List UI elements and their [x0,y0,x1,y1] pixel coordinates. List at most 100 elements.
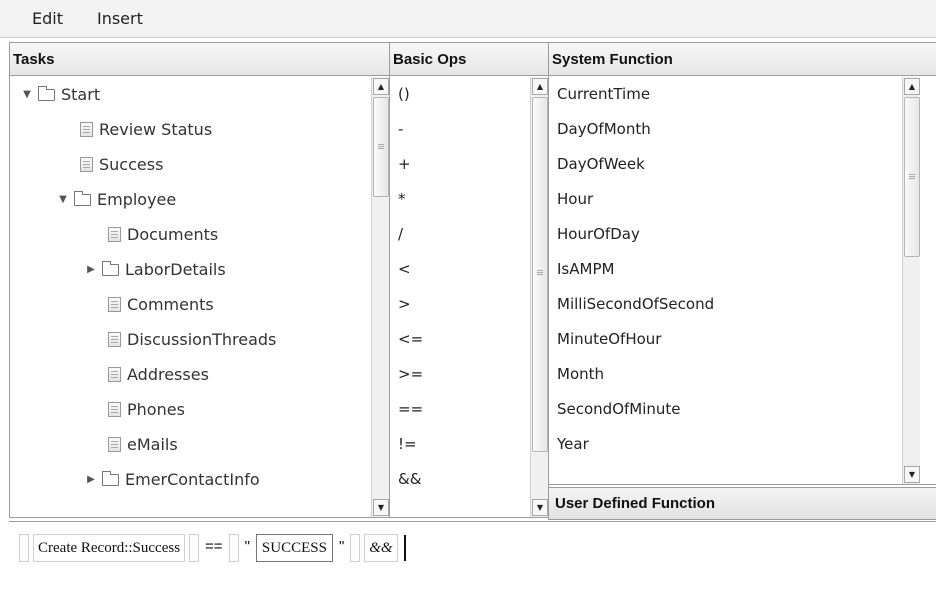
scroll-down-arrow-icon[interactable]: ▼ [532,499,548,516]
scroll-down-arrow-icon[interactable]: ▼ [904,466,920,483]
triangle-right-icon[interactable]: ▶ [84,462,98,497]
system-function-panel: System Function CurrentTime DayOfMonth D… [548,42,936,485]
expression-row: Create Record::Success == " SUCCESS " && [19,534,406,562]
op-item[interactable]: + [398,147,411,182]
tree-item-phones[interactable]: Phones [104,392,185,427]
function-item[interactable]: DayOfWeek [557,147,645,182]
tree-item-label: Success [99,155,164,174]
tree-item-addresses[interactable]: Addresses [104,357,209,392]
document-icon [108,367,121,382]
function-item[interactable]: CurrentTime [557,77,650,112]
document-icon [80,122,93,137]
system-function-list: CurrentTime DayOfMonth DayOfWeek Hour Ho… [549,77,936,484]
folder-icon [102,260,119,276]
folder-open-icon [38,85,55,101]
scroll-up-arrow-icon[interactable]: ▲ [532,78,548,95]
token-separator[interactable] [350,534,361,562]
tree-item-label: Phones [127,400,185,419]
function-item[interactable]: SecondOfMinute [557,392,681,427]
tree-item-label: Documents [127,225,219,244]
token-separator[interactable] [19,534,29,562]
basic-ops-header: Basic Ops [390,43,548,76]
scroll-thumb[interactable] [532,97,548,452]
expression-editor[interactable]: Create Record::Success == " SUCCESS " && [9,521,936,598]
document-icon [108,297,121,312]
scroll-up-arrow-icon[interactable]: ▲ [904,78,920,95]
quote-close: " [338,538,345,555]
tree-item-success[interactable]: Success [76,147,163,182]
field-token[interactable]: Create Record::Success [33,534,186,562]
menu-bar: Edit Insert [0,0,936,38]
folder-icon [102,470,119,486]
quote-open: " [244,538,250,555]
op-item[interactable]: != [398,427,417,462]
document-icon [108,402,121,417]
tree-item-label: Review Status [99,120,213,139]
operator-token[interactable]: == [203,534,225,562]
function-item[interactable]: MilliSecondOfSecond [557,287,714,322]
user-defined-function-header[interactable]: User Defined Function [548,487,936,520]
tree-item-label: Comments [127,295,214,314]
op-item[interactable]: >= [398,357,423,392]
folder-open-icon [74,190,91,206]
triangle-down-icon[interactable]: ▼ [56,182,70,217]
basic-ops-scrollbar[interactable]: ▲ ▼ [530,77,548,517]
op-item[interactable]: / [398,217,403,252]
function-item[interactable]: HourOfDay [557,217,640,252]
op-item[interactable]: () [398,77,410,112]
tasks-tree: ▼ Start Review Status Success ▼ Employee… [10,77,389,517]
tree-item-review-status[interactable]: Review Status [76,112,212,147]
document-icon [80,157,93,172]
function-item[interactable]: Hour [557,182,593,217]
function-item[interactable]: Month [557,357,604,392]
function-item[interactable]: MinuteOfHour [557,322,661,357]
function-item[interactable]: Year [557,427,589,462]
basic-ops-panel: Basic Ops () - + * / < > <= >= == != && … [389,42,549,518]
tree-item-label: eMails [127,435,178,454]
tree-item-emercontactinfo[interactable]: ▶ EmerContactInfo [84,462,260,497]
tree-item-label: Start [61,85,101,104]
tasks-scrollbar[interactable]: ▲ ▼ [371,77,389,517]
op-item[interactable]: > [398,287,411,322]
op-item[interactable]: == [398,392,423,427]
tree-item-emails[interactable]: eMails [104,427,178,462]
tree-item-label: EmerContactInfo [125,470,260,489]
scroll-up-arrow-icon[interactable]: ▲ [373,78,389,95]
tree-item-labordetails[interactable]: ▶ LaborDetails [84,252,226,287]
token-separator[interactable] [228,534,239,562]
tasks-header: Tasks [10,43,389,76]
document-icon [108,227,121,242]
op-item[interactable]: < [398,252,411,287]
menu-insert[interactable]: Insert [80,9,160,28]
tree-item-discussionthreads[interactable]: DiscussionThreads [104,322,276,357]
tree-item-label: Employee [97,190,177,209]
token-separator[interactable] [189,534,200,562]
string-value-token[interactable]: SUCCESS [255,534,333,562]
op-item[interactable]: - [398,112,403,147]
tasks-panel: Tasks ▼ Start Review Status Success ▼ Em… [9,42,390,518]
triangle-right-icon[interactable]: ▶ [84,252,98,287]
logic-operator-token[interactable]: && [364,534,398,562]
function-item[interactable]: IsAMPM [557,252,614,287]
scroll-thumb[interactable] [904,97,920,257]
tree-item-label: LaborDetails [125,260,226,279]
function-item[interactable]: DayOfMonth [557,112,651,147]
menu-edit[interactable]: Edit [0,9,80,28]
system-function-scrollbar[interactable]: ▲ ▼ [902,77,920,484]
tree-item-documents[interactable]: Documents [104,217,218,252]
scroll-thumb[interactable] [373,97,389,197]
tree-item-label: Addresses [127,365,209,384]
tree-item-start[interactable]: ▼ Start [20,77,100,112]
basic-ops-list: () - + * / < > <= >= == != && ▲ ▼ [390,77,548,517]
tree-item-employee[interactable]: ▼ Employee [56,182,176,217]
system-function-header: System Function [549,43,936,76]
document-icon [108,332,121,347]
op-item[interactable]: && [398,462,421,497]
op-item[interactable]: <= [398,322,423,357]
document-icon [108,437,121,452]
tree-item-comments[interactable]: Comments [104,287,214,322]
triangle-down-icon[interactable]: ▼ [20,77,34,112]
op-item[interactable]: * [398,182,406,217]
tree-item-label: DiscussionThreads [127,330,277,349]
scroll-down-arrow-icon[interactable]: ▼ [373,499,389,516]
